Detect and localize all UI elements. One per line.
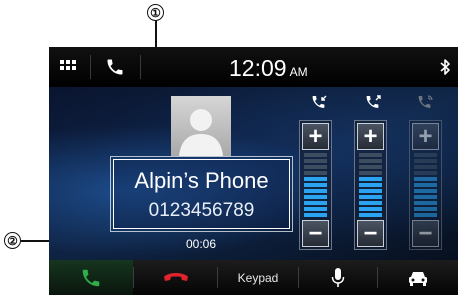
volume-level-segment [414,165,437,169]
volume-level-segment [304,153,327,157]
microphone-button[interactable] [299,260,377,295]
person-silhouette-icon [179,109,223,156]
incoming-volume-icon [310,95,330,115]
volume-level-segment [304,159,327,163]
contact-name: Alpin’s Phone [134,168,269,193]
volume-down-button[interactable]: − [357,220,384,247]
volume-level-segment [414,183,437,187]
accept-call-button[interactable] [49,260,133,295]
contact-number: 0123456789 [148,200,255,221]
phone-status-icon[interactable] [105,57,125,77]
volume-slider-ringtone[interactable]: + − [409,120,442,250]
volume-level-segment [414,213,437,217]
volume-slider-outgoing[interactable]: + − [354,120,387,250]
volume-level-segment [414,189,437,193]
status-separator [90,55,91,79]
volume-down-button[interactable]: − [302,220,329,247]
clock-time: 12:09 [229,55,287,81]
clock-ampm: AM [289,65,308,79]
volume-level-bars [414,153,437,219]
volume-up-button[interactable]: + [302,123,329,150]
car-button[interactable] [378,260,458,295]
volume-level-segment [359,195,382,199]
volume-level-segment [304,183,327,187]
volume-level-segment [304,195,327,199]
status-bar: 12:09 AM [49,47,458,87]
volume-level-bars [304,153,327,219]
status-separator [140,55,141,79]
volume-level-segment [359,189,382,193]
volume-level-bars [359,153,382,219]
volume-level-segment [414,159,437,163]
contact-avatar [171,96,231,156]
volume-up-button[interactable]: + [357,123,384,150]
volume-level-segment [359,183,382,187]
volume-level-segment [304,165,327,169]
volume-level-segment [359,201,382,205]
volume-level-segment [414,195,437,199]
volume-level-segment [359,153,382,157]
volume-slider-incoming[interactable]: + − [299,120,332,250]
accept-call-icon [82,269,100,286]
volume-up-button[interactable]: + [412,123,439,150]
volume-level-segment [359,213,382,217]
menu-grid-icon[interactable] [60,58,78,74]
volume-level-segment [414,177,437,181]
contact-info-box: Alpin’s Phone 0123456789 [110,156,293,232]
car-icon [409,271,427,286]
volume-level-segment [304,177,327,181]
volume-level-segment [359,177,382,181]
volume-level-segment [414,207,437,211]
volume-level-segment [359,207,382,211]
call-view: Alpin’s Phone 0123456789 00:06 + − + − +… [49,87,458,260]
volume-level-segment [359,165,382,169]
callout-2: ② [4,232,21,249]
volume-level-segment [304,189,327,193]
volume-level-segment [304,201,327,205]
outgoing-volume-icon [364,95,384,115]
volume-level-segment [414,171,437,175]
phone-screen: 12:09AM Alpin’s Phone 0123456789 00:06 [49,47,458,295]
bluetooth-icon [439,58,451,76]
volume-level-segment [304,207,327,211]
volume-level-segment [414,153,437,157]
volume-level-segment [359,171,382,175]
end-call-button[interactable] [134,260,217,295]
end-call-icon [163,272,188,281]
clock: 12:09 AM [229,55,308,82]
keypad-label: Keypad [237,270,279,285]
volume-level-segment [304,171,327,175]
keypad-button[interactable]: Keypad [218,260,298,295]
volume-level-segment [304,213,327,217]
callout-1: ① [147,4,164,21]
call-duration: 00:06 [186,237,217,251]
volume-level-segment [414,201,437,205]
volume-down-button[interactable]: − [412,220,439,247]
microphone-icon [331,267,345,287]
ringtone-volume-icon [416,95,436,115]
volume-level-segment [359,159,382,163]
bottom-bar: Keypad [49,260,458,295]
